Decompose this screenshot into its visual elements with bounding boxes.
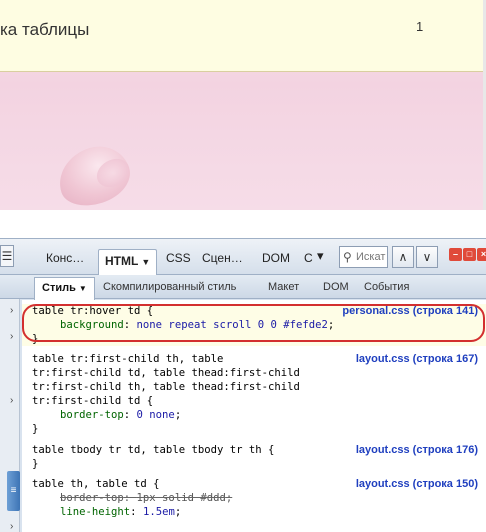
property-name: border-top [60,492,124,504]
tab-css[interactable]: CSS [166,251,191,265]
tree-twisty-icon: › [10,521,14,532]
property-name: line-height [60,506,131,518]
devtools-panel: ☰ Конс… HTML ▼ CSS Сцен… DOM С ▾ ⚲ Искат … [0,238,486,532]
tab-console[interactable]: Конс… [46,251,84,265]
scrollbar-thumb[interactable]: ≡ [7,471,20,511]
tab-dom[interactable]: DOM [262,251,290,265]
source-link[interactable]: layout.css (строка 167) [356,352,478,366]
property-value: 0 none [136,409,175,421]
css-rule-hover: table tr:hover td { background: none rep… [22,304,486,346]
page-bottom-gap [0,210,486,238]
subtab-style[interactable]: Стиль ▼ [34,277,95,300]
rule-selector: tr:first-child td, table thead:first-chi… [32,367,300,379]
tab-script[interactable]: Сцен… [202,251,243,265]
search-placeholder: Искат [356,251,386,263]
tab-more[interactable]: С [304,251,313,265]
tree-twisty-icon: › [10,305,14,316]
property-name: background [60,319,124,331]
subtab-style-label: Стиль [42,282,76,294]
css-rule-tbody: table tbody tr td, table tbody tr th { }… [22,443,486,471]
subtab-computed[interactable]: Скомпилированный стиль [103,281,236,293]
menu-icon[interactable]: ☰ [0,245,14,267]
table-cell-text: ка таблицы [0,20,90,39]
hovered-table-row[interactable]: ка таблицы 1 [0,0,484,72]
tab-overflow-icon[interactable]: ▾ [317,248,324,264]
html-pane-edge: › › › › ≡ [0,299,20,532]
rule-close-brace: } [32,333,39,345]
tab-html-label: HTML [105,254,139,268]
subtab-dom[interactable]: DOM [323,281,349,293]
table-cell-number: 1 [416,19,424,34]
chevron-down-icon: ▼ [141,257,151,267]
side-panel-tabbar: Стиль ▼ Скомпилированный стиль Макет DOM… [0,275,486,300]
tab-html[interactable]: HTML ▼ [98,249,158,275]
search-prev-button[interactable]: ∧ [392,246,414,268]
property-value: 1px solid #ddd [136,492,226,504]
rule-selector: tr:first-child td { [32,395,154,407]
rule-close-brace: } [32,458,39,470]
css-rules-pane: table tr:hover td { background: none rep… [22,300,486,532]
inspect-icon[interactable] [16,245,38,267]
subtab-events[interactable]: События [364,281,409,293]
rule-property[interactable]: border-top: 0 none; [22,408,486,422]
tree-twisty-icon: › [10,395,14,406]
rule-property[interactable]: line-height: 1.5em; [22,505,486,519]
close-panel-icon[interactable]: × [477,248,486,261]
source-link[interactable]: layout.css (строка 176) [356,443,478,457]
rule-selector: tr:first-child th, table thead:first-chi… [32,381,300,393]
search-input[interactable]: ⚲ Искат [339,246,388,268]
property-value: 1.5em [142,506,175,518]
subtab-layout[interactable]: Макет [268,281,299,293]
css-rule-first-child: table tr:first-child th, table tr:first-… [22,352,486,436]
source-link[interactable]: personal.css (строка 141) [342,304,478,318]
property-value: none repeat scroll 0 0 #fefde2 [136,319,328,331]
property-name: border-top [60,409,124,421]
close-icon[interactable]: – [449,248,462,261]
chevron-down-icon: ▼ [78,284,87,293]
web-page-area: ка таблицы 1 [0,0,486,210]
rule-close-brace: } [32,423,39,435]
search-next-button[interactable]: ∨ [416,246,438,268]
detach-icon[interactable]: □ [463,248,476,261]
css-rule-table-cells: table th, table td { border-top: 1px sol… [22,477,486,519]
tree-twisty-icon: › [10,331,14,342]
search-icon: ⚲ [343,250,352,264]
source-link[interactable]: layout.css (строка 150) [356,477,478,491]
rule-property[interactable]: background: none repeat scroll 0 0 #fefd… [22,318,486,332]
rule-property-overridden[interactable]: border-top: 1px solid #ddd; [22,491,486,505]
devtools-tabbar: ☰ Конс… HTML ▼ CSS Сцен… DOM С ▾ ⚲ Искат … [0,239,486,275]
